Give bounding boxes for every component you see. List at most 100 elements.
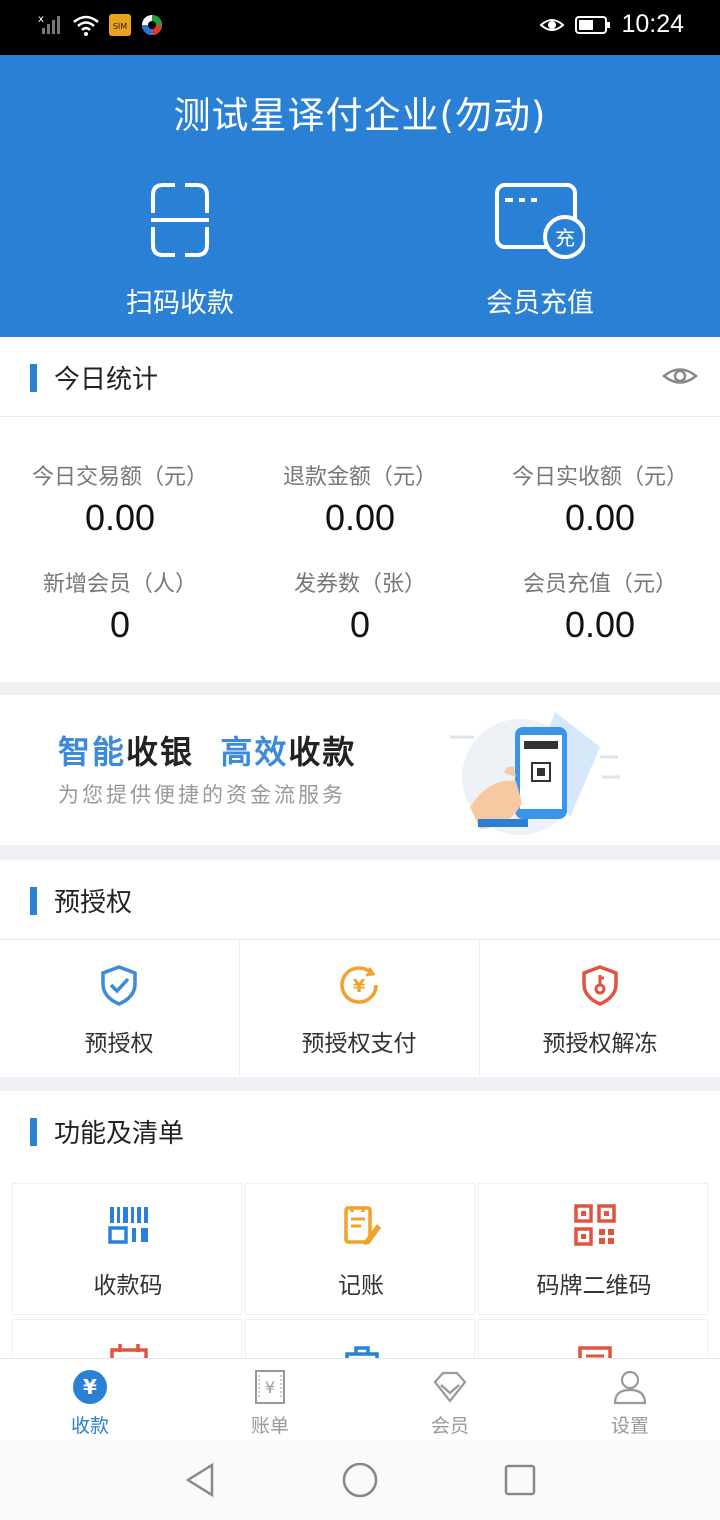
preauth-button[interactable]: 预授权 [0,940,238,1078]
diamond-icon [433,1371,467,1403]
svg-text:¥: ¥ [83,1375,97,1399]
bottom-tab-bar: ¥ 收款 ¥ 账单 会员 设置 [0,1358,720,1440]
preauth-pay-label: 预授权支付 [301,1031,417,1057]
yuan-circle-icon: ¥ [73,1370,107,1404]
battery-icon [575,15,611,34]
stat-value: 0.00 [564,497,636,538]
stat-label: 新增会员（人） [42,572,197,597]
person-icon [613,1370,647,1405]
banner-word: 收款 [288,733,357,771]
member-recharge-label: 会员充值 [486,288,594,319]
scan-to-collect-button[interactable]: 扫码收款 [50,175,310,325]
stat-value: 0.00 [84,497,156,538]
preauth-unfreeze-button[interactable]: 预授权解冻 [481,940,719,1078]
bill-icon: ¥ [255,1370,285,1404]
sim-card-icon: SIM [109,14,131,36]
back-icon[interactable] [182,1460,222,1500]
scan-frame-icon [151,183,209,257]
eye-comfort-icon [539,18,565,31]
shield-key-icon [582,965,618,1006]
divider [479,940,480,1077]
today-stats-header: 今日统计 [0,337,720,417]
preauth-title: 预授权 [54,888,133,918]
eye-toggle-icon[interactable] [662,361,698,391]
status-left: x SIM [38,12,164,38]
preauth-unfreeze-label: 预授权解冻 [542,1031,658,1057]
status-right: 10:24 [539,10,684,39]
tab-collect[interactable]: ¥ 收款 [0,1359,180,1441]
preauth-section: 预授权 预授权 ¥ 预授权支付 预授权解冻 [0,860,720,1077]
stat-value: 0.00 [564,604,636,645]
stat-label: 退款金额（元） [282,465,437,490]
stat-coupons-issued: 发券数（张） 0 [240,566,480,646]
status-time: 10:24 [621,10,684,38]
collection-code-label: 收款码 [93,1273,163,1299]
merchant-name: 测试星译付企业(勿动) [173,94,547,137]
stat-net-received: 今日实收额（元） 0.00 [480,459,720,539]
preauth-header: 预授权 [0,860,720,940]
stat-trade-amount: 今日交易额（元） 0.00 [0,459,240,539]
member-recharge-button[interactable]: 充 会员充值 [410,175,670,325]
svg-text:¥: ¥ [265,1378,275,1397]
banner-word: 收银 [126,733,195,771]
qr-code-icon [574,1204,616,1246]
stat-label: 发券数（张） [293,572,426,597]
bookkeeping-button[interactable]: 记账 [245,1183,475,1315]
banner-word: 高效 [220,733,289,771]
signal-icon: x [38,14,60,34]
today-stats-title: 今日统计 [54,365,159,395]
tab-bills-label: 账单 [250,1415,289,1437]
promo-banner[interactable]: 智能收银 高效收款 为您提供便捷的资金流服务 [0,695,720,845]
banner-headline: 智能收银 高效收款 [58,727,356,773]
app-root: x SIM 10:24 测试星译付企业(勿动) 扫码收款 充 会员充值 今日统计… [0,0,720,1520]
stat-member-recharge: 会员充值（元） 0.00 [480,566,720,646]
recents-icon[interactable] [500,1460,540,1500]
today-stats-section: 今日统计 今日交易额（元） 0.00 退款金额（元） 0.00 今日实收额（元）… [0,337,720,682]
stat-value: 0 [349,604,371,645]
section-accent-bar [30,364,37,392]
svg-text:¥: ¥ [353,976,366,997]
bookkeeping-label: 记账 [338,1273,384,1299]
qr-plate-label: 码牌二维码 [536,1273,652,1299]
stat-new-members: 新增会员（人） 0 [0,566,240,646]
tab-members[interactable]: 会员 [360,1359,540,1441]
stat-label: 今日实收额（元） [511,465,688,490]
tab-settings[interactable]: 设置 [540,1359,720,1441]
scan-to-collect-label: 扫码收款 [126,288,234,319]
stat-value: 0.00 [324,497,396,538]
stat-label: 会员充值（元） [522,572,677,597]
svg-text:SIM: SIM [113,22,127,31]
shield-check-icon [101,965,137,1006]
phone-payment-illustration [450,712,620,835]
functions-header: 功能及清单 [0,1091,720,1171]
notebook-icon [344,1206,381,1245]
barcode-icon [108,1207,148,1244]
banner-word: 智能 [58,733,127,771]
card-recharge-icon: 充 [495,183,585,259]
yuan-coin-icon: ¥ [340,966,378,1004]
banner-subtitle: 为您提供便捷的资金流服务 [58,783,346,807]
stat-refund-amount: 退款金额（元） 0.00 [240,459,480,539]
section-accent-bar [30,887,37,915]
preauth-label: 预授权 [84,1031,154,1057]
wifi-icon [73,15,99,36]
header: 测试星译付企业(勿动) 扫码收款 充 会员充值 [0,55,720,337]
tab-collect-label: 收款 [70,1415,109,1437]
functions-section: 功能及清单 收款码 记账 码牌二维码 [0,1091,720,1379]
tab-bills[interactable]: ¥ 账单 [180,1359,360,1441]
stat-value: 0 [109,604,131,645]
preauth-pay-button[interactable]: ¥ 预授权支付 [240,940,478,1078]
tab-settings-label: 设置 [610,1415,649,1437]
svg-text:x: x [38,14,44,25]
tab-members-label: 会员 [430,1415,469,1437]
qr-plate-button[interactable]: 码牌二维码 [478,1183,708,1315]
home-icon[interactable] [340,1460,380,1500]
section-accent-bar [30,1118,37,1146]
collection-code-button[interactable]: 收款码 [12,1183,242,1315]
functions-title: 功能及清单 [54,1119,185,1149]
system-nav-bar [0,1440,720,1520]
svg-text:充: 充 [555,226,575,250]
status-bar: x SIM 10:24 [0,0,720,55]
stat-label: 今日交易额（元） [31,465,208,490]
app-notification-icon [142,15,162,35]
